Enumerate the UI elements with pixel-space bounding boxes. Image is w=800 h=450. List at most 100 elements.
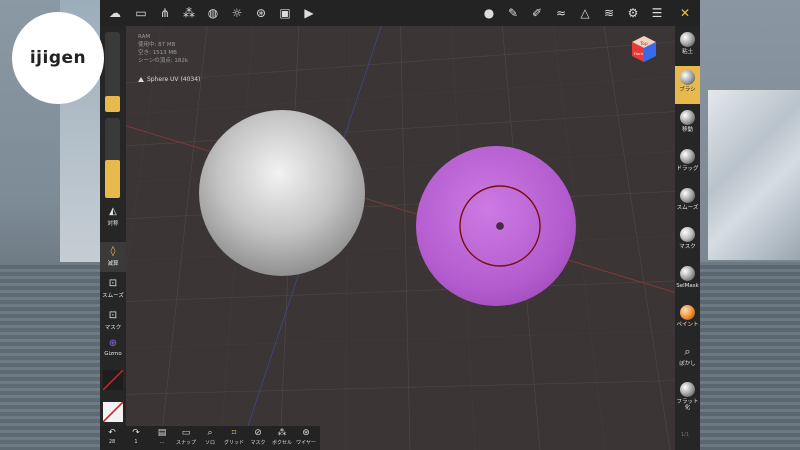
smooth-icon: ⊡ xyxy=(108,278,118,289)
undo-button[interactable]: ↶ 28 xyxy=(100,428,124,445)
clay-tool-icon xyxy=(680,32,695,47)
gizmo-button[interactable]: ⊕ Gizmo xyxy=(100,338,126,368)
more-label: ... xyxy=(159,439,165,445)
sun-icon[interactable]: ☼ xyxy=(228,4,246,22)
stroke-color-swatch[interactable] xyxy=(102,369,124,391)
move-tool-icon xyxy=(680,110,695,125)
snap-button[interactable]: ▭ スナップ xyxy=(174,428,198,446)
left-panel: ◭ 対称 ◊ 減算 ⊡ スムーズ ⊡ マスク ⊕ Gizmo xyxy=(100,26,126,450)
redo-button[interactable]: ↷ 1 xyxy=(124,428,148,445)
folder-icon[interactable]: ▭ xyxy=(132,4,150,22)
radius-slider-fill xyxy=(105,96,120,112)
gray-sphere[interactable] xyxy=(199,110,365,276)
tool-label: ぼかし xyxy=(679,361,696,367)
tool-brush[interactable]: ブラシ xyxy=(675,66,700,104)
search-icon: ⌕ xyxy=(207,428,213,438)
redo-count: 1 xyxy=(134,439,138,445)
stroke-icon[interactable]: ≈ xyxy=(552,4,570,22)
gizmo-label: Gizmo xyxy=(104,351,122,357)
paint-color-swatch[interactable] xyxy=(102,401,124,423)
tool-flatten[interactable]: フラット化 xyxy=(675,378,700,418)
tool-label: ペイント xyxy=(676,322,699,328)
nomad-logo-icon[interactable]: ☁ xyxy=(106,4,124,22)
undo-count: 28 xyxy=(108,439,116,445)
tool-label: ドラッグ xyxy=(676,166,699,172)
cube-top-label: Top xyxy=(639,41,648,47)
subtract-label: 減算 xyxy=(107,261,119,267)
drop-icon: ◊ xyxy=(110,246,116,257)
grid-icon: ⌗ xyxy=(231,428,237,438)
globe-icon[interactable]: ◍ xyxy=(204,4,222,22)
intensity-slider-fill xyxy=(105,160,120,198)
tool-mask[interactable]: マスク xyxy=(675,223,700,261)
tool-clay[interactable]: 粘土 xyxy=(675,28,700,66)
stats-ram-title: RAM xyxy=(138,34,151,40)
corner-indicator: 1/1 xyxy=(681,432,690,438)
tool-drag[interactable]: ドラッグ xyxy=(675,145,700,183)
more-button[interactable]: ▤ ... xyxy=(150,428,174,445)
mask-label: マスク xyxy=(104,325,122,331)
grid-button[interactable]: ⌗ グリッド xyxy=(222,428,246,446)
document-icon: ▤ xyxy=(157,428,167,438)
solo-button[interactable]: ⌕ ソロ xyxy=(198,428,222,446)
tools-icon[interactable]: ✕ xyxy=(676,4,694,22)
mask-toggle-button[interactable]: ⊡ マスク xyxy=(100,310,126,338)
intensity-slider[interactable] xyxy=(105,118,120,198)
voxel-button[interactable]: ⁂ ボクセル xyxy=(270,428,294,446)
mask-tool-icon xyxy=(680,227,695,242)
tool-selmask[interactable]: SelMask xyxy=(675,262,700,300)
smooth-tool-icon xyxy=(680,188,695,203)
drag-tool-icon xyxy=(680,149,695,164)
solo-label: ソロ xyxy=(204,440,215,446)
image-icon[interactable]: ▣ xyxy=(276,4,294,22)
viewport[interactable] xyxy=(100,0,700,450)
tool-label: 移動 xyxy=(681,127,693,133)
wireframe-label: ワイヤー xyxy=(296,440,316,446)
symmetry-button[interactable]: ◭ 対称 xyxy=(100,206,126,234)
brush-icon[interactable]: ✎ xyxy=(504,4,522,22)
material-sphere-icon[interactable]: ● xyxy=(480,4,498,22)
blur-tool-icon: ⌕ xyxy=(684,345,691,358)
wireframe-icon: ⊛ xyxy=(302,428,310,438)
subtract-button[interactable]: ◊ 減算 xyxy=(100,242,126,272)
tool-label: SelMask xyxy=(676,283,699,289)
menu-icon[interactable]: ☰ xyxy=(648,4,666,22)
background-right-window xyxy=(708,90,800,260)
video-icon[interactable]: ▶ xyxy=(300,4,318,22)
radius-slider[interactable] xyxy=(105,32,120,112)
cube-front-label: Front xyxy=(634,52,644,56)
purple-sphere[interactable] xyxy=(416,146,576,306)
tool-label: マスク xyxy=(679,244,696,250)
smooth-toggle-button[interactable]: ⊡ スムーズ xyxy=(100,278,126,306)
smooth-label: スムーズ xyxy=(102,293,124,299)
tool-paint[interactable]: ペイント xyxy=(675,301,700,339)
triangle-icon[interactable]: △ xyxy=(576,4,594,22)
mesh-selector[interactable]: Sphere UV (4034) xyxy=(138,76,200,83)
redo-icon: ↷ xyxy=(132,428,140,438)
paint-tool-icon xyxy=(680,305,695,320)
tool-label: スムーズ xyxy=(676,205,699,211)
stats-ram-used: 使用中: 87 MB xyxy=(138,42,176,48)
symmetry-icon: ◭ xyxy=(109,206,117,217)
mask-visibility-label: マスク xyxy=(250,440,266,446)
camera-icon: ▭ xyxy=(181,428,191,438)
logo-text: ijigen xyxy=(29,48,87,68)
tool-blur[interactable]: ⌕ ぼかし xyxy=(675,340,700,378)
view-cube[interactable]: Top Front xyxy=(629,36,659,72)
tool-move[interactable]: 移動 xyxy=(675,106,700,144)
gear-icon[interactable]: ⚙ xyxy=(624,4,642,22)
material-icon[interactable]: ⊛ xyxy=(252,4,270,22)
right-panel: 粘土 ブラシ 移動 ドラッグ スムーズ マスク SelMask ペイント ⌕ ぼ… xyxy=(675,26,700,450)
undo-icon: ↶ xyxy=(108,428,116,438)
eye-off-icon: ⊘ xyxy=(254,428,262,438)
stats-scene-vertices: シーンの頂点: 182k xyxy=(138,58,189,64)
tool-smooth[interactable]: スムーズ xyxy=(675,184,700,222)
layers-icon[interactable]: ⁂ xyxy=(180,4,198,22)
pen-icon[interactable]: ✐ xyxy=(528,4,546,22)
scene-graph-icon[interactable]: ⋔ xyxy=(156,4,174,22)
flatten-tool-icon xyxy=(680,382,695,397)
stack-icon[interactable]: ≋ xyxy=(600,4,618,22)
mask-visibility-button[interactable]: ⊘ マスク xyxy=(246,428,270,446)
wireframe-button[interactable]: ⊛ ワイヤー xyxy=(294,428,318,446)
brush-tool-icon xyxy=(680,70,695,85)
